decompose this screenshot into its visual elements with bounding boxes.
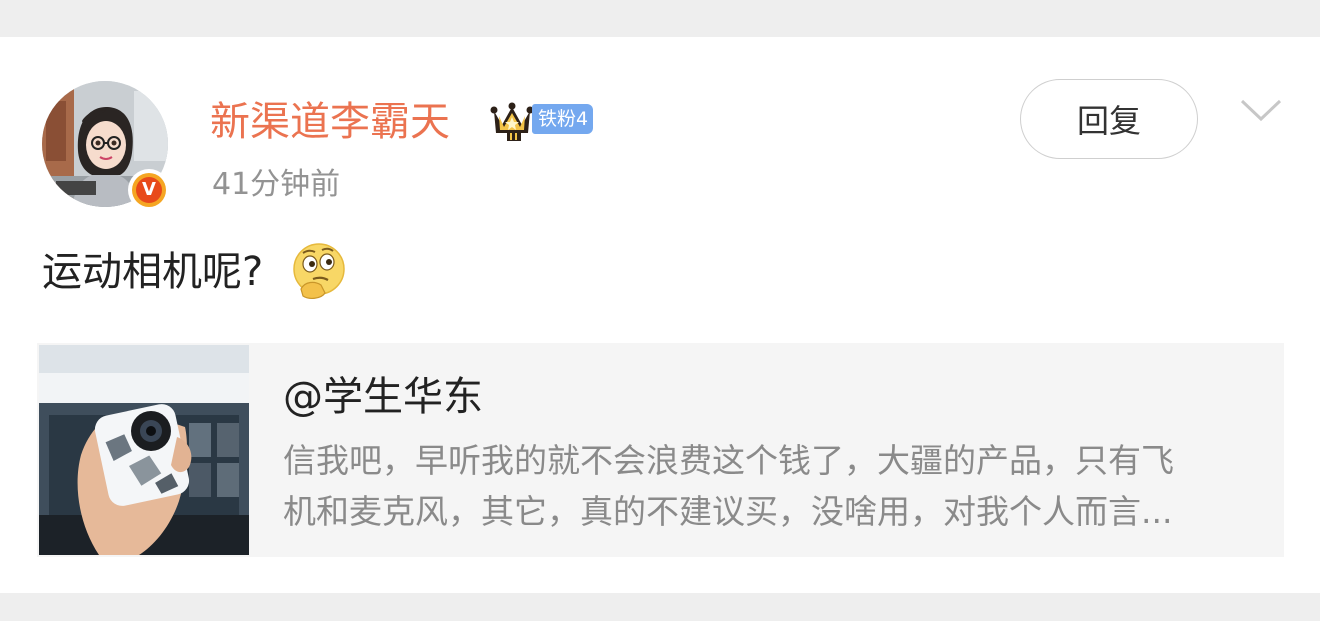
fan-badge: 铁粉4 — [532, 104, 594, 134]
chevron-down-icon[interactable] — [1238, 95, 1284, 125]
quoted-author[interactable]: @学生华东 — [283, 371, 483, 423]
verified-badge-icon: V — [128, 169, 170, 211]
comment-text: 运动相机呢? — [42, 249, 264, 295]
username[interactable]: 新渠道李霸天 — [210, 97, 450, 147]
comment-card: V 新渠道李霸天 铁粉4 41分钟前 回复 运动相机呢? @学生华东 信我吧，早… — [0, 37, 1320, 593]
quoted-post-thumbnail — [39, 345, 249, 555]
comment-body: 运动相机呢? — [42, 241, 347, 303]
quoted-post[interactable]: @学生华东 信我吧，早听我的就不会浪费这个钱了，大疆的产品，只有飞 机和麦克风，… — [37, 343, 1284, 557]
quoted-text-line: 机和麦克风，其它，真的不建议买，没啥用，对我个人而言... — [283, 492, 1173, 531]
crown-icon — [490, 102, 534, 141]
timestamp: 41分钟前 — [212, 167, 341, 202]
thinking-face-icon — [293, 243, 345, 299]
reply-button[interactable]: 回复 — [1020, 79, 1198, 159]
quoted-text-line: 信我吧，早听我的就不会浪费这个钱了，大疆的产品，只有飞 — [283, 441, 1174, 480]
